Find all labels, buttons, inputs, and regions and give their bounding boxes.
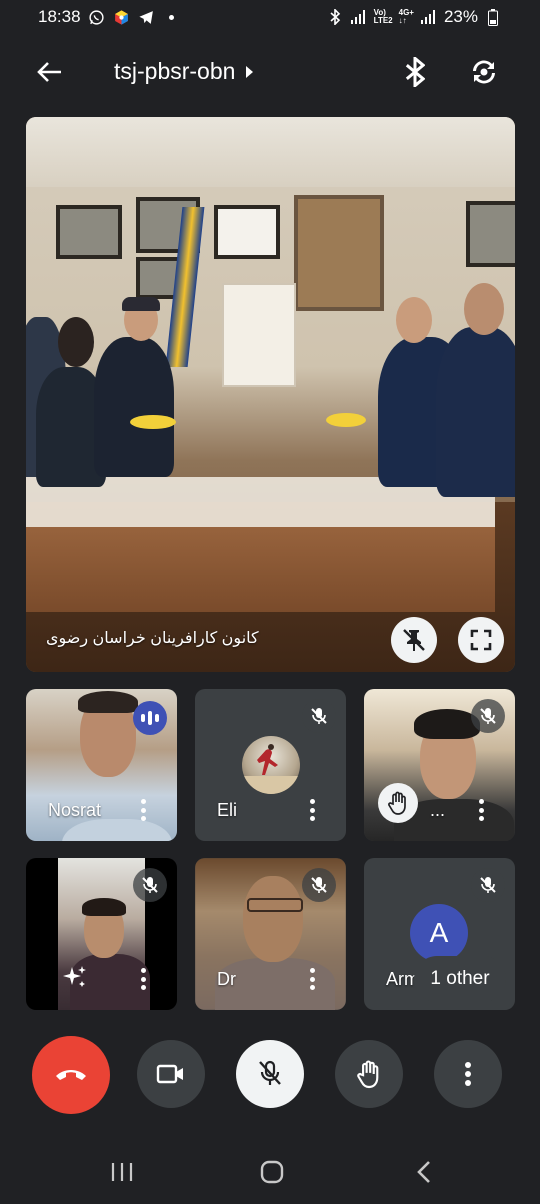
raised-hand-icon <box>378 783 418 823</box>
home-icon <box>260 1160 284 1184</box>
status-bar: 18:38 Vo) LTE2 4G+ ↓↑ 23% <box>0 0 540 34</box>
hair <box>82 898 126 916</box>
back-button[interactable] <box>30 56 70 88</box>
main-video-tile[interactable]: کانون کارافرینان خراسان رضوی <box>26 117 515 672</box>
others-chip[interactable]: 1 other <box>414 956 506 1002</box>
fullscreen-icon <box>470 629 492 651</box>
camera-button[interactable] <box>137 1040 205 1108</box>
bananas <box>130 415 176 429</box>
person-head <box>464 283 504 335</box>
arrow-back-icon <box>37 62 61 82</box>
cap <box>122 297 160 311</box>
chevron-left-icon <box>417 1161 430 1183</box>
hand-icon <box>357 1060 379 1089</box>
wall-frame <box>294 195 384 311</box>
hair <box>78 691 138 713</box>
person-head <box>58 317 94 367</box>
videocam-icon <box>156 1064 183 1084</box>
participant-name: Nosrat <box>48 800 102 820</box>
audio-output-button[interactable] <box>398 54 432 90</box>
meeting-code-button[interactable]: tsj-pbsr-obn <box>114 58 254 85</box>
speaking-indicator-icon <box>133 701 167 735</box>
more-options-icon[interactable] <box>310 799 316 821</box>
signal-icon <box>350 8 368 26</box>
system-nav-bar <box>0 1140 540 1204</box>
status-left: 18:38 <box>38 7 174 27</box>
recent-apps-icon <box>111 1163 133 1181</box>
sparkle-effects-icon <box>62 964 88 990</box>
avatar: A <box>410 904 468 962</box>
person-head <box>396 297 432 343</box>
meet-screen: 18:38 Vo) LTE2 4G+ ↓↑ 23% tsj-pbsr-obn ک… <box>0 0 540 1204</box>
bluetooth-status-icon <box>326 8 344 26</box>
wall-frame <box>56 205 122 259</box>
more-options-icon[interactable] <box>141 799 147 821</box>
mic-off-icon <box>471 868 505 902</box>
recent-apps-button[interactable] <box>102 1154 142 1190</box>
unpin-button[interactable] <box>391 617 437 663</box>
mic-off-icon <box>471 699 505 733</box>
whatsapp-icon <box>88 8 106 26</box>
person <box>94 337 174 477</box>
mic-off-icon <box>259 1060 281 1085</box>
microphone-button[interactable] <box>236 1040 304 1108</box>
participant-tile-eli[interactable]: Eli <box>195 689 346 841</box>
participant-name: Dr <box>217 969 236 989</box>
notification-dot-icon <box>168 14 174 20</box>
avatar <box>242 736 300 794</box>
end-call-button[interactable] <box>32 1036 110 1114</box>
wall-frame <box>214 205 280 259</box>
battery-icon <box>484 8 502 26</box>
home-button[interactable] <box>252 1154 292 1190</box>
switch-camera-icon <box>473 60 495 84</box>
more-options-icon[interactable] <box>479 799 485 821</box>
more-options-button[interactable] <box>434 1040 502 1108</box>
network-type: 4G+ ↓↑ <box>399 9 414 25</box>
bluetooth-icon <box>405 57 425 87</box>
participant-tile-nosrat[interactable]: Nosrat <box>26 689 177 841</box>
more-options-icon[interactable] <box>310 968 316 990</box>
more-options-icon[interactable] <box>141 968 147 990</box>
mic-off-icon <box>133 868 167 902</box>
participant-tile-4[interactable] <box>26 858 177 1010</box>
meeting-header: tsj-pbsr-obn <box>0 44 540 100</box>
fullscreen-button[interactable] <box>458 617 504 663</box>
participant-tile-3[interactable]: ... <box>364 689 515 841</box>
status-right: Vo) LTE2 4G+ ↓↑ 23% <box>326 7 502 27</box>
main-video-caption: کانون کارافرینان خراسان رضوی <box>46 630 259 647</box>
meeting-code: tsj-pbsr-obn <box>114 58 236 84</box>
glasses <box>247 898 303 912</box>
bananas <box>326 413 366 427</box>
wall-frame <box>466 201 515 267</box>
raise-hand-button[interactable] <box>335 1040 403 1108</box>
app-cube-icon <box>113 8 131 26</box>
caret-right-icon <box>246 65 254 78</box>
participant-name: ... <box>430 800 446 820</box>
dancer-image <box>242 744 300 794</box>
poster <box>222 283 296 387</box>
battery-percent: 23% <box>443 7 478 26</box>
more-vert-icon <box>465 1062 471 1086</box>
ceiling <box>26 117 515 187</box>
status-time: 18:38 <box>38 7 81 26</box>
data-arrows-icon: ↓↑ <box>398 16 407 25</box>
volte-label: Vo) LTE2 <box>374 9 393 25</box>
telegram-icon <box>138 8 156 26</box>
system-back-button[interactable] <box>404 1154 444 1190</box>
mic-off-icon <box>302 868 336 902</box>
call-end-icon <box>56 1070 86 1080</box>
mic-off-icon <box>302 699 336 733</box>
face <box>243 876 303 962</box>
volte-bottom: LTE2 <box>373 16 393 25</box>
participant-tile-dr[interactable]: Dr <box>195 858 346 1010</box>
switch-camera-button[interactable] <box>464 54 504 90</box>
participant-name: Eli <box>217 800 238 820</box>
person <box>436 327 515 497</box>
pin-off-icon <box>403 629 425 651</box>
signal-2-icon <box>420 8 438 26</box>
